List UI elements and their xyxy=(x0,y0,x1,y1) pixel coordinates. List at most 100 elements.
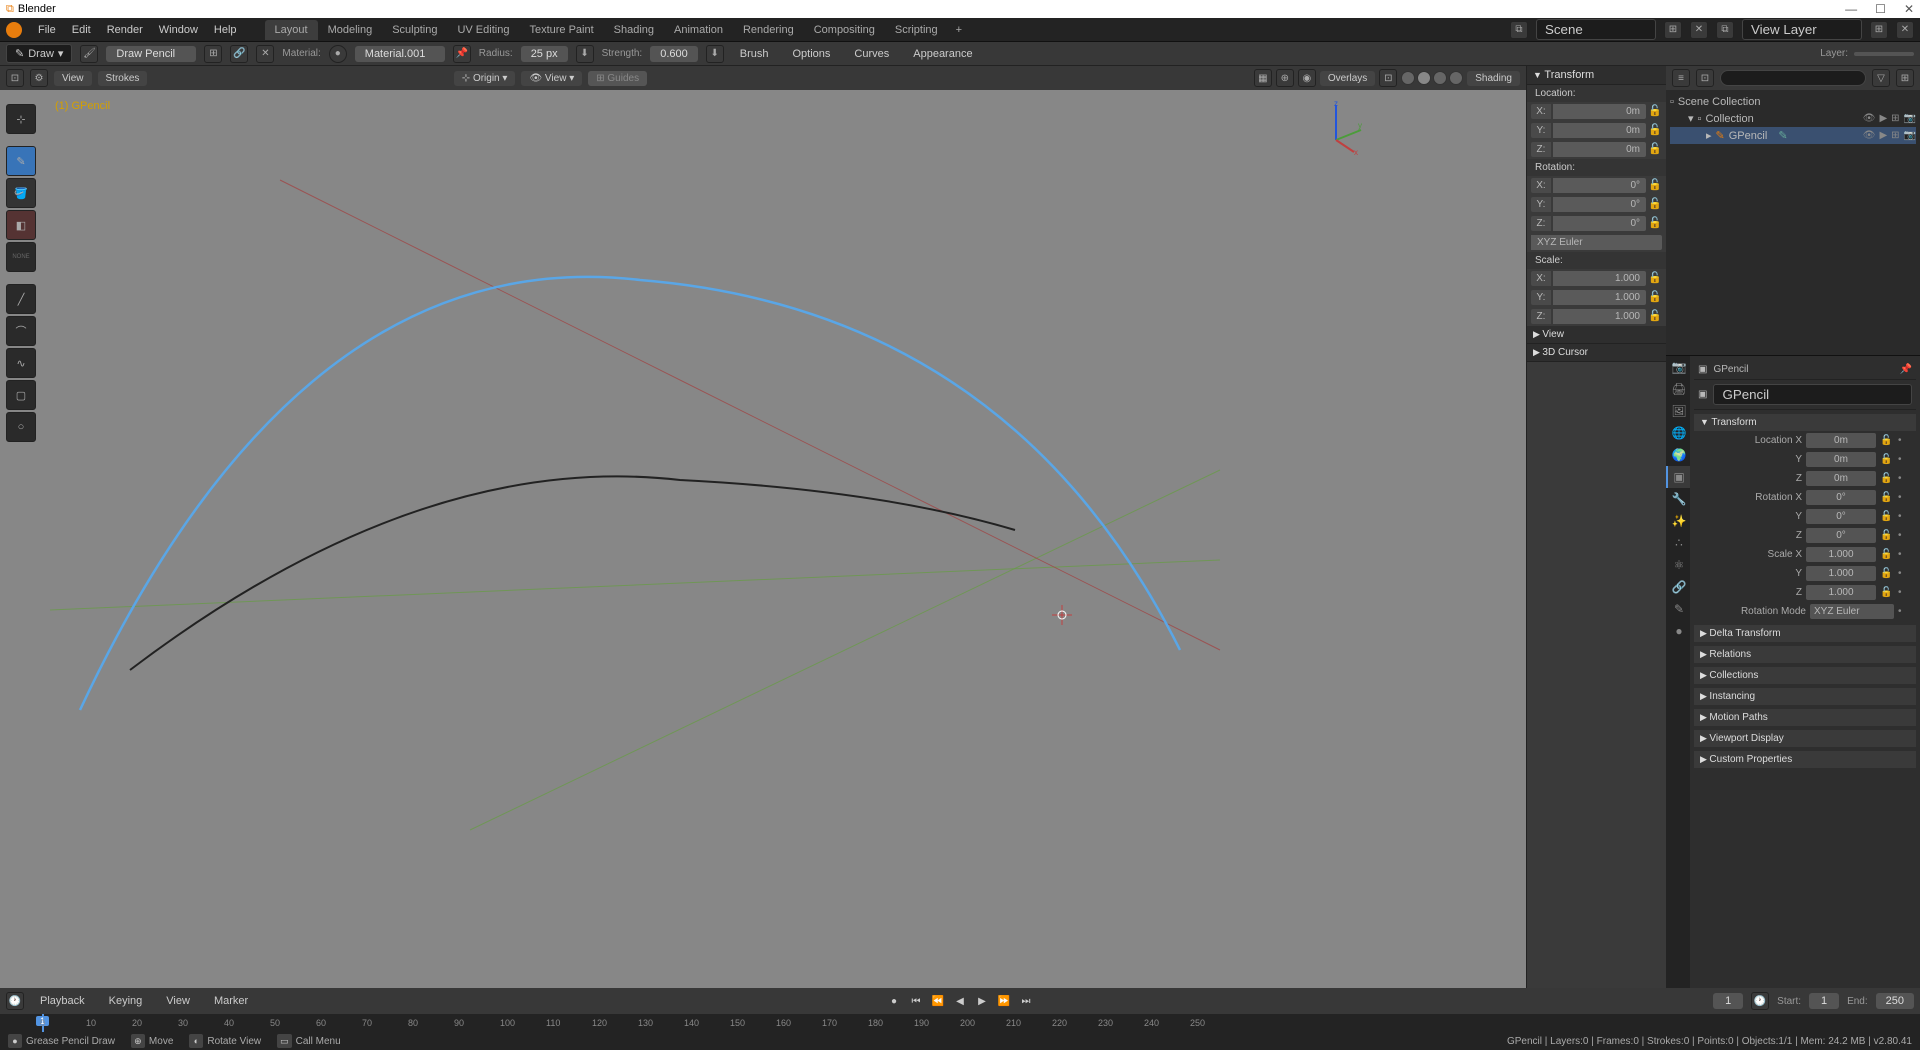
keying-menu[interactable]: Keying xyxy=(101,993,151,1009)
scl-y[interactable]: 1.000 xyxy=(1553,290,1646,305)
rot-y[interactable]: 0° xyxy=(1553,197,1646,212)
add-workspace-button[interactable]: + xyxy=(948,20,970,40)
tab-scripting[interactable]: Scripting xyxy=(885,20,948,40)
brush-name[interactable]: Draw Pencil xyxy=(106,46,196,62)
menu-window[interactable]: Window xyxy=(151,24,206,36)
prop-collections-header[interactable]: Collections xyxy=(1694,667,1916,684)
prop-motion-header[interactable]: Motion Paths xyxy=(1694,709,1916,726)
tab-physics[interactable]: ⚛ xyxy=(1666,554,1690,576)
prop-loc-z[interactable]: 0m xyxy=(1806,471,1876,486)
prop-loc-y[interactable]: 0m xyxy=(1806,452,1876,467)
origin-dropdown[interactable]: ⊹ Origin ▾ xyxy=(454,71,516,86)
prop-rot-y[interactable]: 0° xyxy=(1806,509,1876,524)
menu-edit[interactable]: Edit xyxy=(64,24,99,36)
lock-icon[interactable]: 🔓 xyxy=(1880,492,1894,503)
layer-select[interactable] xyxy=(1854,52,1914,56)
lock-icon[interactable]: 🔓 xyxy=(1880,568,1894,579)
tab-object[interactable]: ▣ xyxy=(1666,466,1690,488)
lock-icon[interactable]: 🔓 xyxy=(1648,216,1662,231)
tab-shading[interactable]: Shading xyxy=(604,20,664,40)
scl-z[interactable]: 1.000 xyxy=(1553,309,1646,324)
tab-texture-paint[interactable]: Texture Paint xyxy=(519,20,603,40)
minimize-icon[interactable]: — xyxy=(1845,2,1857,16)
view-panel-header[interactable]: View xyxy=(1527,326,1666,344)
lock-icon[interactable]: 🔓 xyxy=(1880,587,1894,598)
viewlayer-new-icon[interactable]: ⊞ xyxy=(1870,21,1888,39)
transform-panel-header[interactable]: Transform xyxy=(1527,66,1666,85)
playback-menu[interactable]: Playback xyxy=(32,993,93,1009)
keyframe-prev-icon[interactable]: ⏪ xyxy=(930,993,946,1009)
rotation-mode[interactable]: XYZ Euler xyxy=(1531,235,1662,250)
scl-x[interactable]: 1.000 xyxy=(1553,271,1646,286)
prop-scl-z[interactable]: 1.000 xyxy=(1806,585,1876,600)
select-icon[interactable]: ⊞ xyxy=(1891,130,1899,141)
outliner-filter-icon[interactable]: ▽ xyxy=(1872,69,1890,87)
rot-z[interactable]: 0° xyxy=(1553,216,1646,231)
solid-shading-icon[interactable] xyxy=(1417,71,1431,85)
cursor-panel-header[interactable]: 3D Cursor xyxy=(1527,344,1666,362)
render-icon[interactable]: 📷 xyxy=(1904,113,1916,124)
loc-z[interactable]: 0m xyxy=(1553,142,1646,157)
brush-menu[interactable]: Brush xyxy=(732,46,777,62)
lock-icon[interactable]: 🔓 xyxy=(1648,309,1662,324)
lock-icon[interactable]: 🔓 xyxy=(1648,123,1662,138)
play-icon[interactable]: ▶ xyxy=(974,993,990,1009)
tab-world[interactable]: 🌍 xyxy=(1666,444,1690,466)
keyframe-next-icon[interactable]: ⏩ xyxy=(996,993,1012,1009)
options-menu[interactable]: Options xyxy=(784,46,838,62)
radius-pressure-icon[interactable]: ⬇ xyxy=(576,45,594,63)
arrow-icon[interactable]: ▶ xyxy=(1879,113,1887,124)
arrow-icon[interactable]: ▶ xyxy=(1879,130,1887,141)
brush-link-icon[interactable]: 🔗 xyxy=(230,45,248,63)
datablock-breadcrumb[interactable]: GPencil xyxy=(1713,364,1748,375)
tab-sculpting[interactable]: Sculpting xyxy=(382,20,447,40)
strength-value[interactable]: 0.600 xyxy=(650,46,698,62)
tree-gpencil[interactable]: ▸ ✎ GPencil ✎ 👁▶⊞📷 xyxy=(1670,127,1916,144)
select-icon[interactable]: ⊞ xyxy=(1891,113,1899,124)
jump-start-icon[interactable]: ⏮ xyxy=(908,993,924,1009)
close-icon[interactable]: ✕ xyxy=(1904,2,1914,16)
outliner-new-icon[interactable]: ⊞ xyxy=(1896,69,1914,87)
prop-transform-header[interactable]: Transform xyxy=(1694,414,1916,431)
timeline-editor-icon[interactable]: 🕐 xyxy=(6,992,24,1010)
brush-icon[interactable]: 🖌 xyxy=(80,45,98,63)
play-reverse-icon[interactable]: ◀ xyxy=(952,993,968,1009)
lock-icon[interactable]: 🔓 xyxy=(1648,104,1662,119)
viewlayer-delete-icon[interactable]: ✕ xyxy=(1896,21,1914,39)
maximize-icon[interactable]: ☐ xyxy=(1875,2,1886,16)
menu-render[interactable]: Render xyxy=(99,24,151,36)
timeline-ruler[interactable]: 1 01020304050607080901001101201301401501… xyxy=(0,1014,1920,1032)
tab-modifiers[interactable]: 🔧 xyxy=(1666,488,1690,510)
prop-rot-x[interactable]: 0° xyxy=(1806,490,1876,505)
jump-end-icon[interactable]: ⏭ xyxy=(1018,993,1034,1009)
scene-browse-icon[interactable]: ⧉ xyxy=(1510,21,1528,39)
current-frame[interactable]: 1 xyxy=(1713,993,1743,1009)
start-frame[interactable]: 1 xyxy=(1809,993,1839,1009)
rot-x[interactable]: 0° xyxy=(1553,178,1646,193)
tab-particles[interactable]: ∴ xyxy=(1666,532,1690,554)
menu-file[interactable]: File xyxy=(30,24,64,36)
brush-grid-icon[interactable]: ⊞ xyxy=(204,45,222,63)
viewlayer-browse-icon[interactable]: ⧉ xyxy=(1716,21,1734,39)
brush-delete-icon[interactable]: ✕ xyxy=(256,45,274,63)
outliner-search[interactable] xyxy=(1720,70,1866,86)
3d-viewport[interactable]: (1) GPencil ⊹ ✎ 🪣 ◧ NONE ╱ ⌒ ∿ ▢ ○ z y xyxy=(0,90,1526,988)
marker-menu[interactable]: Marker xyxy=(206,993,256,1009)
appearance-menu[interactable]: Appearance xyxy=(905,46,980,62)
view-dropdown[interactable]: 👁 View ▾ xyxy=(521,71,582,86)
view-menu[interactable]: View xyxy=(54,71,92,86)
overlays-dropdown[interactable]: Overlays xyxy=(1320,71,1375,86)
tab-animation[interactable]: Animation xyxy=(664,20,733,40)
prop-relations-header[interactable]: Relations xyxy=(1694,646,1916,663)
tab-output[interactable]: 🖨 xyxy=(1666,378,1690,400)
eye-icon[interactable]: 👁 xyxy=(1863,113,1876,124)
lock-icon[interactable]: 🔓 xyxy=(1880,473,1894,484)
scene-new-icon[interactable]: ⊞ xyxy=(1664,21,1682,39)
tree-scene-collection[interactable]: ▫ Scene Collection xyxy=(1670,94,1916,110)
material-pin-icon[interactable]: 📌 xyxy=(453,45,471,63)
prop-viewport-header[interactable]: Viewport Display xyxy=(1694,730,1916,747)
prop-custom-header[interactable]: Custom Properties xyxy=(1694,751,1916,768)
lock-icon[interactable]: 🔓 xyxy=(1880,511,1894,522)
scene-name-input[interactable] xyxy=(1536,19,1656,40)
viewlayer-name-input[interactable] xyxy=(1742,19,1862,40)
